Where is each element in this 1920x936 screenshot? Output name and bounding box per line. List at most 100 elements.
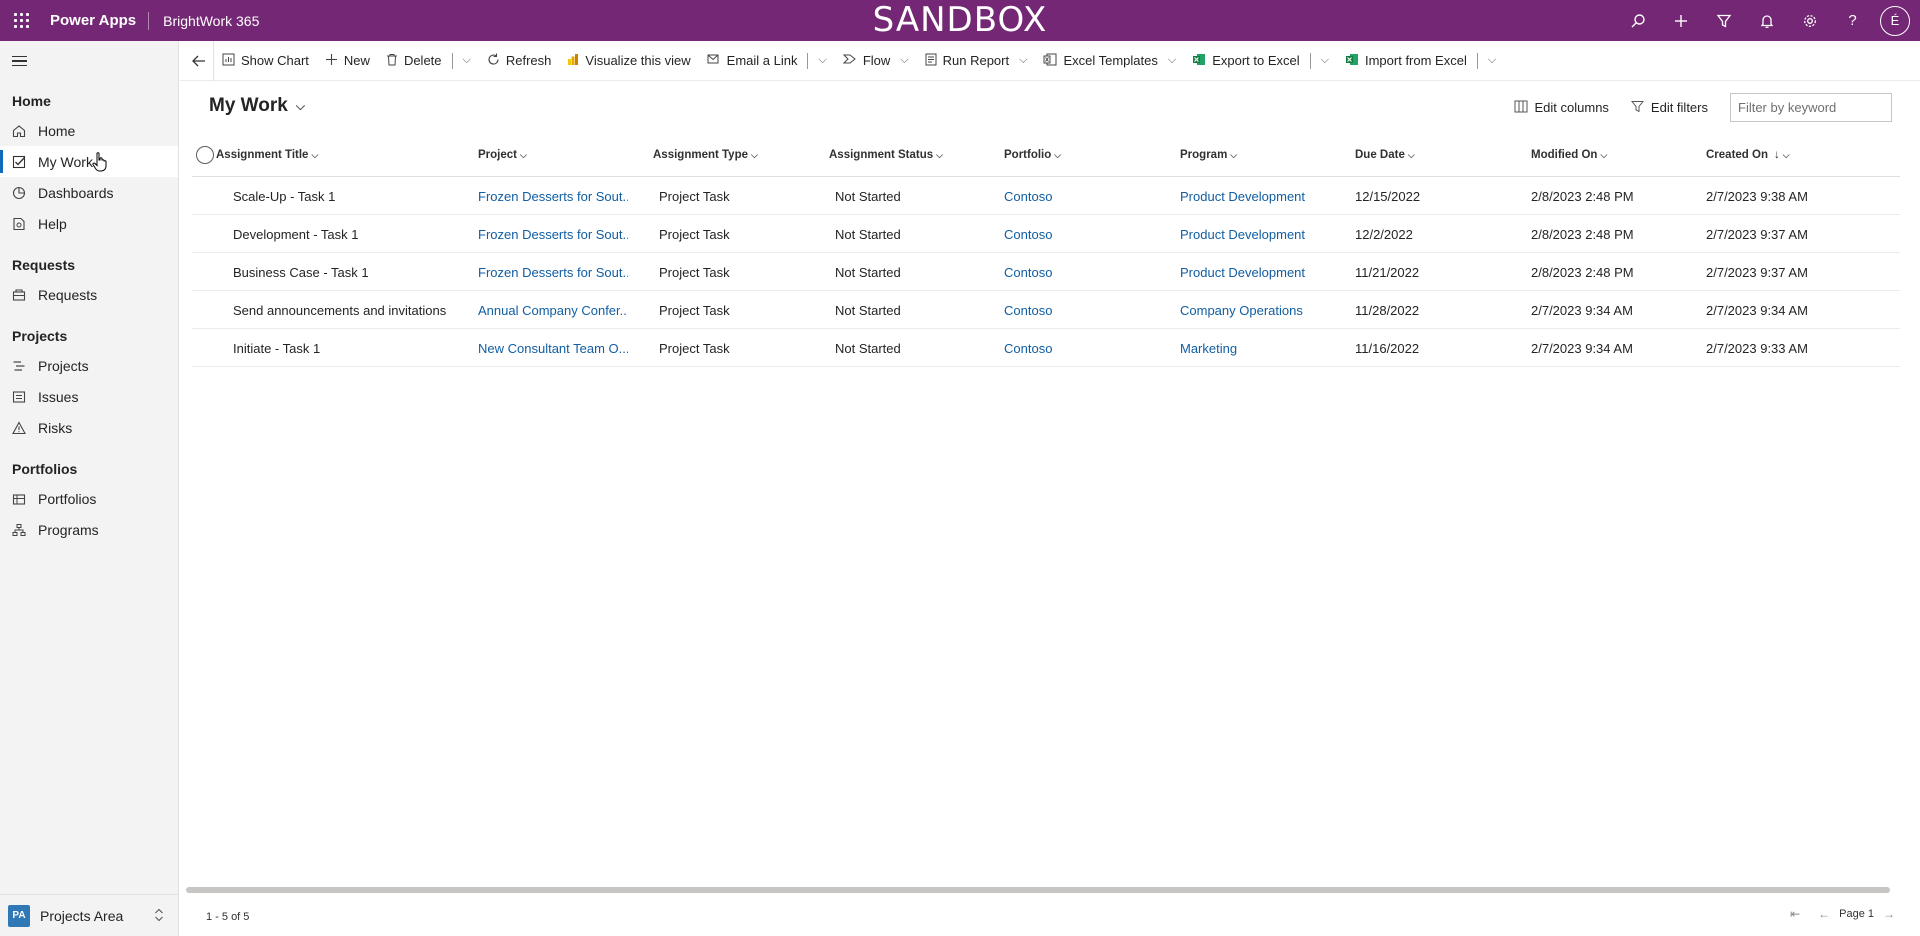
table-row[interactable]: Scale-Up - Task 1 Frozen Desserts for Sou… — [192, 177, 1900, 215]
chevron-updown-icon — [154, 908, 164, 923]
table-row[interactable]: Initiate - Task 1 New Consultant Team O..… — [192, 329, 1900, 367]
cell-program[interactable]: Product Development — [1180, 215, 1340, 253]
sidebar-item-risks[interactable]: Risks — [0, 412, 178, 443]
previous-page-icon[interactable]: ← — [1818, 907, 1830, 921]
user-avatar[interactable]: É — [1880, 5, 1910, 36]
view-bar: My Work ⌵ Edit columns Edit filters — [180, 81, 1920, 133]
sidebar-item-my-work[interactable]: My Work — [0, 146, 178, 177]
app-launcher-button[interactable] — [0, 0, 42, 41]
email-link-icon — [707, 53, 721, 68]
cell-project[interactable]: Annual Company Confer... — [478, 291, 628, 329]
sidebar-item-requests[interactable]: Requests — [0, 279, 178, 310]
cell-project[interactable]: Frozen Desserts for Sout... — [478, 253, 628, 291]
export-excel-label: Export to Excel — [1212, 53, 1300, 68]
column-header-due-date[interactable]: Due Date ⌵ — [1355, 133, 1415, 177]
excel-templates-button[interactable]: Excel Templates ⌵ — [1035, 41, 1184, 81]
chevron-down-icon[interactable]: ⌵ — [818, 54, 826, 67]
cell-program[interactable]: Marketing — [1180, 329, 1340, 367]
first-page-icon[interactable]: ⇤ — [1790, 907, 1800, 921]
column-header-created-on[interactable]: Created On ↓ ⌵ — [1706, 133, 1790, 177]
cell-program[interactable]: Product Development — [1180, 177, 1340, 215]
bell-icon[interactable] — [1745, 0, 1788, 41]
chevron-down-icon[interactable]: ⌵ — [1488, 54, 1496, 67]
import-excel-button[interactable]: Import from Excel ⌵ — [1337, 41, 1504, 81]
visualize-view-button[interactable]: Visualize this view — [559, 41, 698, 81]
table-row[interactable]: Send announcements and invitations Annual… — [192, 291, 1900, 329]
cell-portfolio[interactable]: Contoso — [1004, 215, 1164, 253]
sidebar-item-projects[interactable]: Projects — [0, 350, 178, 381]
next-page-icon[interactable]: → — [1883, 907, 1895, 921]
search-icon[interactable] — [1616, 0, 1659, 41]
cell-modified-on: 2/8/2023 2:48 PM — [1531, 188, 1634, 204]
select-all-checkbox[interactable] — [196, 146, 214, 164]
cell-portfolio[interactable]: Contoso — [1004, 253, 1164, 291]
plus-icon[interactable] — [1659, 0, 1702, 41]
environment-name[interactable]: BrightWork 365 — [149, 13, 259, 29]
filter-icon[interactable] — [1702, 0, 1745, 41]
column-header-portfolio[interactable]: Portfolio ⌵ — [1004, 133, 1061, 177]
gear-icon[interactable] — [1788, 0, 1831, 41]
site-map-sidebar: Home Home My Work Dashboards Help Reques… — [0, 41, 179, 936]
column-header-assignment-type[interactable]: Assignment Type ⌵ — [653, 133, 758, 177]
sidebar-item-home[interactable]: Home — [0, 115, 178, 146]
sidebar-item-dashboards[interactable]: Dashboards — [0, 177, 178, 208]
cell-project[interactable]: New Consultant Team O... — [478, 329, 628, 367]
sidebar-item-help[interactable]: Help — [0, 208, 178, 239]
sidebar-item-label: Help — [38, 215, 67, 232]
refresh-button[interactable]: Refresh — [479, 41, 560, 81]
cell-program[interactable]: Company Operations — [1180, 291, 1340, 329]
chevron-down-icon[interactable]: ⌵ — [1321, 54, 1329, 67]
sidebar-item-label: Dashboards — [38, 184, 114, 201]
sidebar-item-issues[interactable]: Issues — [0, 381, 178, 412]
edit-columns-button[interactable]: Edit columns — [1514, 100, 1609, 116]
column-header-program[interactable]: Program ⌵ — [1180, 133, 1237, 177]
cell-created-on: 2/7/2023 9:38 AM — [1706, 188, 1808, 204]
cell-portfolio[interactable]: Contoso — [1004, 291, 1164, 329]
new-button[interactable]: New — [317, 41, 378, 81]
run-report-button[interactable]: Run Report ⌵ — [917, 41, 1036, 81]
column-header-modified-on[interactable]: Modified On ⌵ — [1531, 133, 1607, 177]
cell-modified-on: 2/8/2023 2:48 PM — [1531, 226, 1634, 242]
waffle-icon — [13, 13, 29, 28]
chevron-down-icon[interactable]: ⌵ — [463, 54, 471, 67]
sidebar-item-portfolios[interactable]: Portfolios — [0, 483, 178, 514]
view-title: My Work — [209, 95, 288, 116]
hamburger-button[interactable] — [0, 41, 178, 81]
export-excel-button[interactable]: Export to Excel ⌵ — [1184, 41, 1337, 81]
warning-icon — [12, 420, 26, 435]
column-header-project[interactable]: Project ⌵ — [478, 133, 527, 177]
column-header-assignment-title[interactable]: Assignment Title ⌵ — [216, 133, 318, 177]
table-row[interactable]: Business Case - Task 1 Frozen Desserts fo… — [192, 253, 1900, 291]
flow-button[interactable]: Flow ⌵ — [835, 41, 917, 81]
run-report-label: Run Report — [942, 53, 1010, 68]
cell-portfolio[interactable]: Contoso — [1004, 329, 1164, 367]
report-icon — [925, 53, 937, 69]
edit-filters-label: Edit filters — [1650, 100, 1708, 115]
edit-filters-button[interactable]: Edit filters — [1630, 100, 1708, 116]
delete-button[interactable]: Delete ⌵ — [378, 41, 479, 81]
view-selector[interactable]: My Work ⌵ — [209, 95, 305, 117]
email-link-button[interactable]: Email a Link ⌵ — [699, 41, 835, 81]
filter-icon — [1630, 100, 1644, 116]
cell-portfolio[interactable]: Contoso — [1004, 177, 1164, 215]
cell-project[interactable]: Frozen Desserts for Sout... — [478, 215, 628, 253]
keyword-filter-input[interactable] — [1730, 93, 1892, 122]
cell-program[interactable]: Product Development — [1180, 253, 1340, 291]
cell-created-on: 2/7/2023 9:33 AM — [1706, 340, 1808, 356]
cell-assignment-title: Scale-Up - Task 1 — [233, 188, 336, 204]
app-name[interactable]: Power Apps — [42, 12, 148, 29]
help-icon[interactable]: ? — [1831, 0, 1874, 41]
show-chart-button[interactable]: Show Chart — [214, 41, 317, 81]
dashboard-icon — [12, 186, 26, 200]
horizontal-scrollbar[interactable] — [186, 887, 1890, 893]
cell-assignment-status: Not Started — [835, 188, 901, 204]
column-header-assignment-status[interactable]: Assignment Status ⌵ — [829, 133, 943, 177]
sidebar-item-programs[interactable]: Programs — [0, 514, 178, 545]
hamburger-icon — [12, 53, 27, 70]
area-switcher[interactable]: PA Projects Area — [0, 894, 178, 936]
back-button[interactable] — [184, 40, 214, 81]
sidebar-item-label: Requests — [38, 286, 98, 303]
cell-project[interactable]: Frozen Desserts for Sout... — [478, 177, 628, 215]
table-row[interactable]: Development - Task 1 Frozen Desserts for … — [192, 215, 1900, 253]
chevron-down-icon: ⌵ — [1230, 149, 1238, 160]
